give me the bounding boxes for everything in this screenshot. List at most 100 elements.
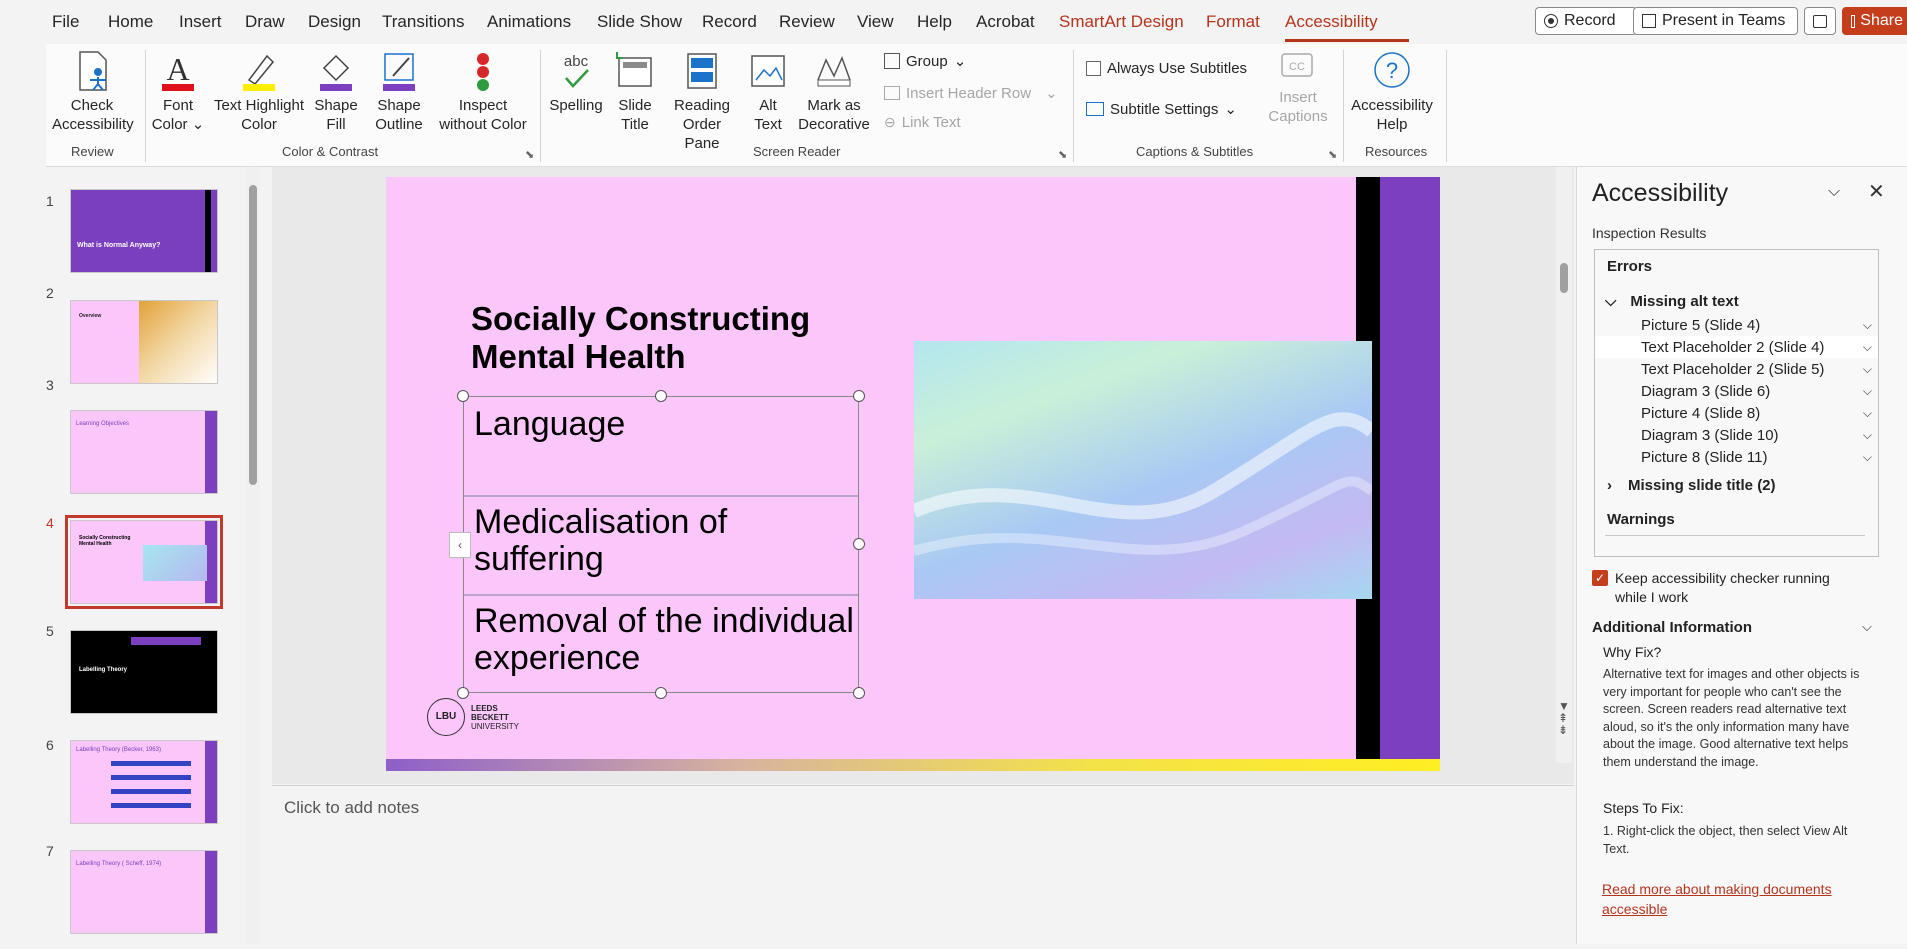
text-highlight-color-button[interactable]: Text Highlight Color bbox=[211, 50, 307, 134]
current-slide[interactable]: Socially Constructing Mental Health Lang… bbox=[386, 177, 1440, 771]
accessibility-help-button[interactable]: ? Accessibility Help bbox=[1348, 50, 1436, 134]
menu-smartart-design[interactable]: SmartArt Design bbox=[1059, 12, 1184, 32]
menu-acrobat[interactable]: Acrobat bbox=[976, 12, 1035, 32]
subtitle-settings-button[interactable]: Subtitle Settings ⌄ bbox=[1086, 100, 1237, 118]
scrollbar-thumb[interactable] bbox=[249, 185, 257, 485]
insert-header-row-button[interactable]: Insert Header Row ⌄ bbox=[884, 84, 1058, 102]
link-text-label: Link Text bbox=[901, 114, 961, 131]
text-pane-toggle[interactable]: ‹ bbox=[449, 532, 471, 558]
issue-item[interactable]: Picture 8 (Slide 11) ⌵ bbox=[1595, 446, 1878, 468]
accessibility-help-label: Accessibility Help bbox=[1351, 97, 1433, 133]
list-item[interactable]: Removal of the individual experience bbox=[464, 595, 858, 692]
menu-accessibility[interactable]: Accessibility bbox=[1285, 12, 1378, 32]
share-button[interactable]: Share bbox=[1842, 7, 1907, 35]
present-in-teams-button[interactable]: Present in Teams bbox=[1633, 7, 1798, 35]
shape-outline-button[interactable]: Shape Outline bbox=[364, 50, 434, 134]
keep-running-checkbox[interactable]: ✓ bbox=[1592, 570, 1608, 586]
issue-item[interactable]: Diagram 3 (Slide 10) ⌵ bbox=[1595, 424, 1878, 446]
additional-info-heading[interactable]: Additional Information bbox=[1592, 619, 1752, 636]
record-button[interactable]: Record bbox=[1535, 7, 1637, 35]
missing-alt-text-group[interactable]: ⌵ Missing alt text bbox=[1605, 293, 1875, 310]
why-fix-heading: Why Fix? bbox=[1603, 644, 1662, 660]
menu-review[interactable]: Review bbox=[779, 12, 835, 32]
comments-button[interactable] bbox=[1804, 7, 1836, 35]
slide-title-button[interactable]: Slide Title bbox=[612, 50, 658, 134]
slide-title[interactable]: Socially Constructing Mental Health bbox=[471, 300, 831, 376]
inspect-without-color-button[interactable]: Inspect without Color bbox=[438, 50, 528, 134]
resize-handle[interactable] bbox=[853, 538, 865, 550]
resize-handle[interactable] bbox=[853, 390, 865, 402]
inspection-results-tree[interactable]: Errors ⌵ Missing alt text Picture 5 (Slid… bbox=[1594, 249, 1879, 557]
missing-slide-title-group[interactable]: › Missing slide title (2) bbox=[1607, 477, 1877, 494]
link-icon: ⊖ bbox=[884, 114, 896, 130]
group-button[interactable]: Group ⌄ bbox=[884, 52, 966, 70]
slide-thumbnail-2[interactable]: Overview bbox=[70, 300, 218, 384]
canvas-scrollbar[interactable] bbox=[1556, 167, 1572, 763]
issue-item[interactable]: Diagram 3 (Slide 6) ⌵ bbox=[1595, 380, 1878, 402]
resize-handle[interactable] bbox=[655, 390, 667, 402]
issue-item[interactable]: Picture 4 (Slide 8) ⌵ bbox=[1595, 402, 1878, 424]
menu-slide-show[interactable]: Slide Show bbox=[597, 12, 682, 32]
text-highlight-label: Text Highlight Color bbox=[213, 97, 305, 133]
menu-view[interactable]: View bbox=[857, 12, 894, 32]
resize-handle[interactable] bbox=[457, 390, 469, 402]
chevron-down-icon[interactable]: ⌵ bbox=[1862, 619, 1872, 635]
active-tab-underline bbox=[1285, 39, 1409, 42]
paint-bucket-icon bbox=[320, 54, 352, 91]
check-accessibility-button[interactable]: Check Accessibility bbox=[52, 50, 134, 134]
always-use-subtitles-checkbox[interactable]: Always Use Subtitles bbox=[1086, 60, 1247, 77]
slide-thumbnail-7[interactable]: Labelling Theory ( Scheff, 1974) bbox=[70, 850, 218, 934]
dialog-launcher-icon[interactable]: ⬊ bbox=[1058, 148, 1067, 161]
chevron-down-icon: ⌄ bbox=[1224, 101, 1237, 118]
reading-order-pane-button[interactable]: Reading Order Pane bbox=[664, 50, 740, 153]
slide-thumbnail-6[interactable]: Labelling Theory (Becker, 1963) bbox=[70, 740, 218, 824]
issue-item[interactable]: Text Placeholder 2 (Slide 4) ⌵ bbox=[1595, 336, 1878, 358]
menu-animations[interactable]: Animations bbox=[487, 12, 571, 32]
resize-handle[interactable] bbox=[457, 687, 469, 699]
read-more-link[interactable]: Read more about making documents accessi… bbox=[1602, 879, 1868, 919]
table-header-icon bbox=[884, 86, 900, 100]
group-label: Group bbox=[906, 52, 948, 70]
insert-captions-button[interactable]: CC Insert Captions bbox=[1268, 50, 1328, 126]
menu-help[interactable]: Help bbox=[917, 12, 952, 32]
close-icon[interactable]: ✕ bbox=[1868, 179, 1885, 204]
list-item[interactable]: Language bbox=[464, 397, 858, 497]
menu-draw[interactable]: Draw bbox=[245, 12, 285, 32]
slide-picture[interactable] bbox=[914, 341, 1372, 599]
link-text-button[interactable]: ⊖ Link Text bbox=[884, 114, 961, 131]
slide-thumbnail-5[interactable]: Labelling Theory bbox=[70, 630, 218, 714]
menu-transitions[interactable]: Transitions bbox=[382, 12, 465, 32]
spelling-button[interactable]: abc Spelling bbox=[546, 50, 606, 115]
slide-thumbnail-4[interactable]: Socially Constructing Mental Health bbox=[65, 515, 223, 609]
resize-handle[interactable] bbox=[853, 687, 865, 699]
menu-insert[interactable]: Insert bbox=[179, 12, 222, 32]
thumbnail-title: Labelling Theory (Becker, 1963) bbox=[76, 747, 161, 753]
menu-design[interactable]: Design bbox=[308, 12, 361, 32]
notes-pane[interactable]: Click to add notes bbox=[272, 785, 1574, 945]
slide-thumbnail-1[interactable]: What is Normal Anyway? bbox=[70, 189, 218, 273]
slide-thumbnail-3[interactable]: Learning Objectives bbox=[70, 410, 218, 494]
smartart-frame[interactable]: Language Medicalisation of suffering Rem… bbox=[463, 396, 859, 693]
thumbnail-scrollbar[interactable] bbox=[246, 167, 260, 944]
menu-record[interactable]: Record bbox=[702, 12, 757, 32]
font-color-button[interactable]: A Font Color ⌄ bbox=[150, 50, 206, 134]
mark-as-decorative-button[interactable]: Mark as Decorative bbox=[794, 50, 874, 134]
menu-file[interactable]: File bbox=[52, 12, 79, 32]
alt-text-button[interactable]: Alt Text bbox=[746, 50, 790, 134]
menu-format[interactable]: Format bbox=[1206, 12, 1260, 32]
canvas-scroll-arrows[interactable]: ▼ ⇞ ⇟ bbox=[1558, 700, 1570, 736]
shape-fill-button[interactable]: Shape Fill bbox=[310, 50, 362, 134]
inspection-results-label: Inspection Results bbox=[1592, 225, 1707, 241]
bullet-text: Medicalisation of suffering bbox=[474, 503, 728, 578]
issue-item[interactable]: Text Placeholder 2 (Slide 5) ⌵ bbox=[1595, 358, 1878, 380]
dialog-launcher-icon[interactable]: ⬊ bbox=[525, 148, 534, 161]
issue-item[interactable]: Picture 5 (Slide 4) ⌵ bbox=[1595, 314, 1878, 336]
thumbnail-title: Overview bbox=[79, 313, 102, 319]
resize-handle[interactable] bbox=[655, 687, 667, 699]
divider bbox=[1605, 535, 1865, 536]
menu-home[interactable]: Home bbox=[108, 12, 153, 32]
list-item[interactable]: Medicalisation of suffering bbox=[464, 496, 858, 596]
dialog-launcher-icon[interactable]: ⬊ bbox=[1328, 148, 1337, 161]
scrollbar-thumb[interactable] bbox=[1560, 263, 1568, 293]
chevron-down-icon[interactable]: ⌵ bbox=[1828, 183, 1840, 201]
